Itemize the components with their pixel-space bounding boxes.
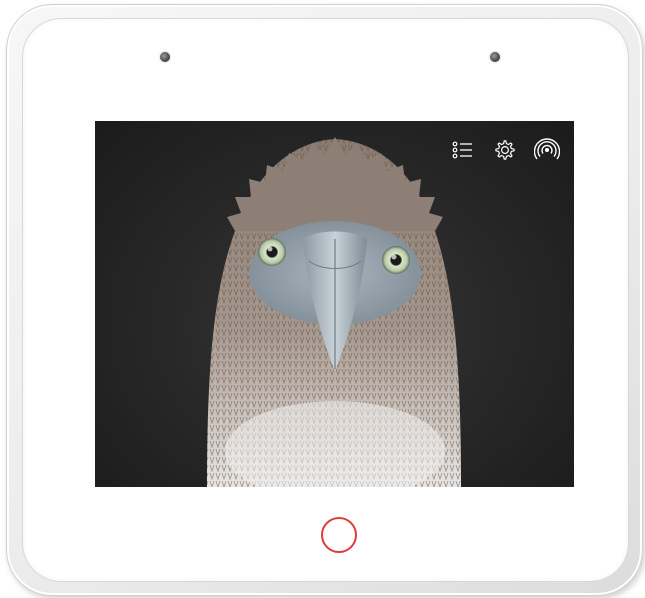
home-ring-button[interactable] bbox=[321, 517, 357, 553]
camera-sensor-right bbox=[490, 52, 500, 62]
gear-icon[interactable] bbox=[492, 137, 518, 163]
camera-sensor-left bbox=[160, 52, 170, 62]
list-icon[interactable] bbox=[450, 137, 476, 163]
screen-toolbar bbox=[450, 137, 560, 163]
bird-eye-left bbox=[258, 238, 286, 266]
booby-bird-image bbox=[207, 137, 461, 487]
broadcast-icon[interactable] bbox=[534, 137, 560, 163]
display-screen bbox=[95, 121, 574, 487]
bird-eye-right bbox=[382, 246, 410, 274]
